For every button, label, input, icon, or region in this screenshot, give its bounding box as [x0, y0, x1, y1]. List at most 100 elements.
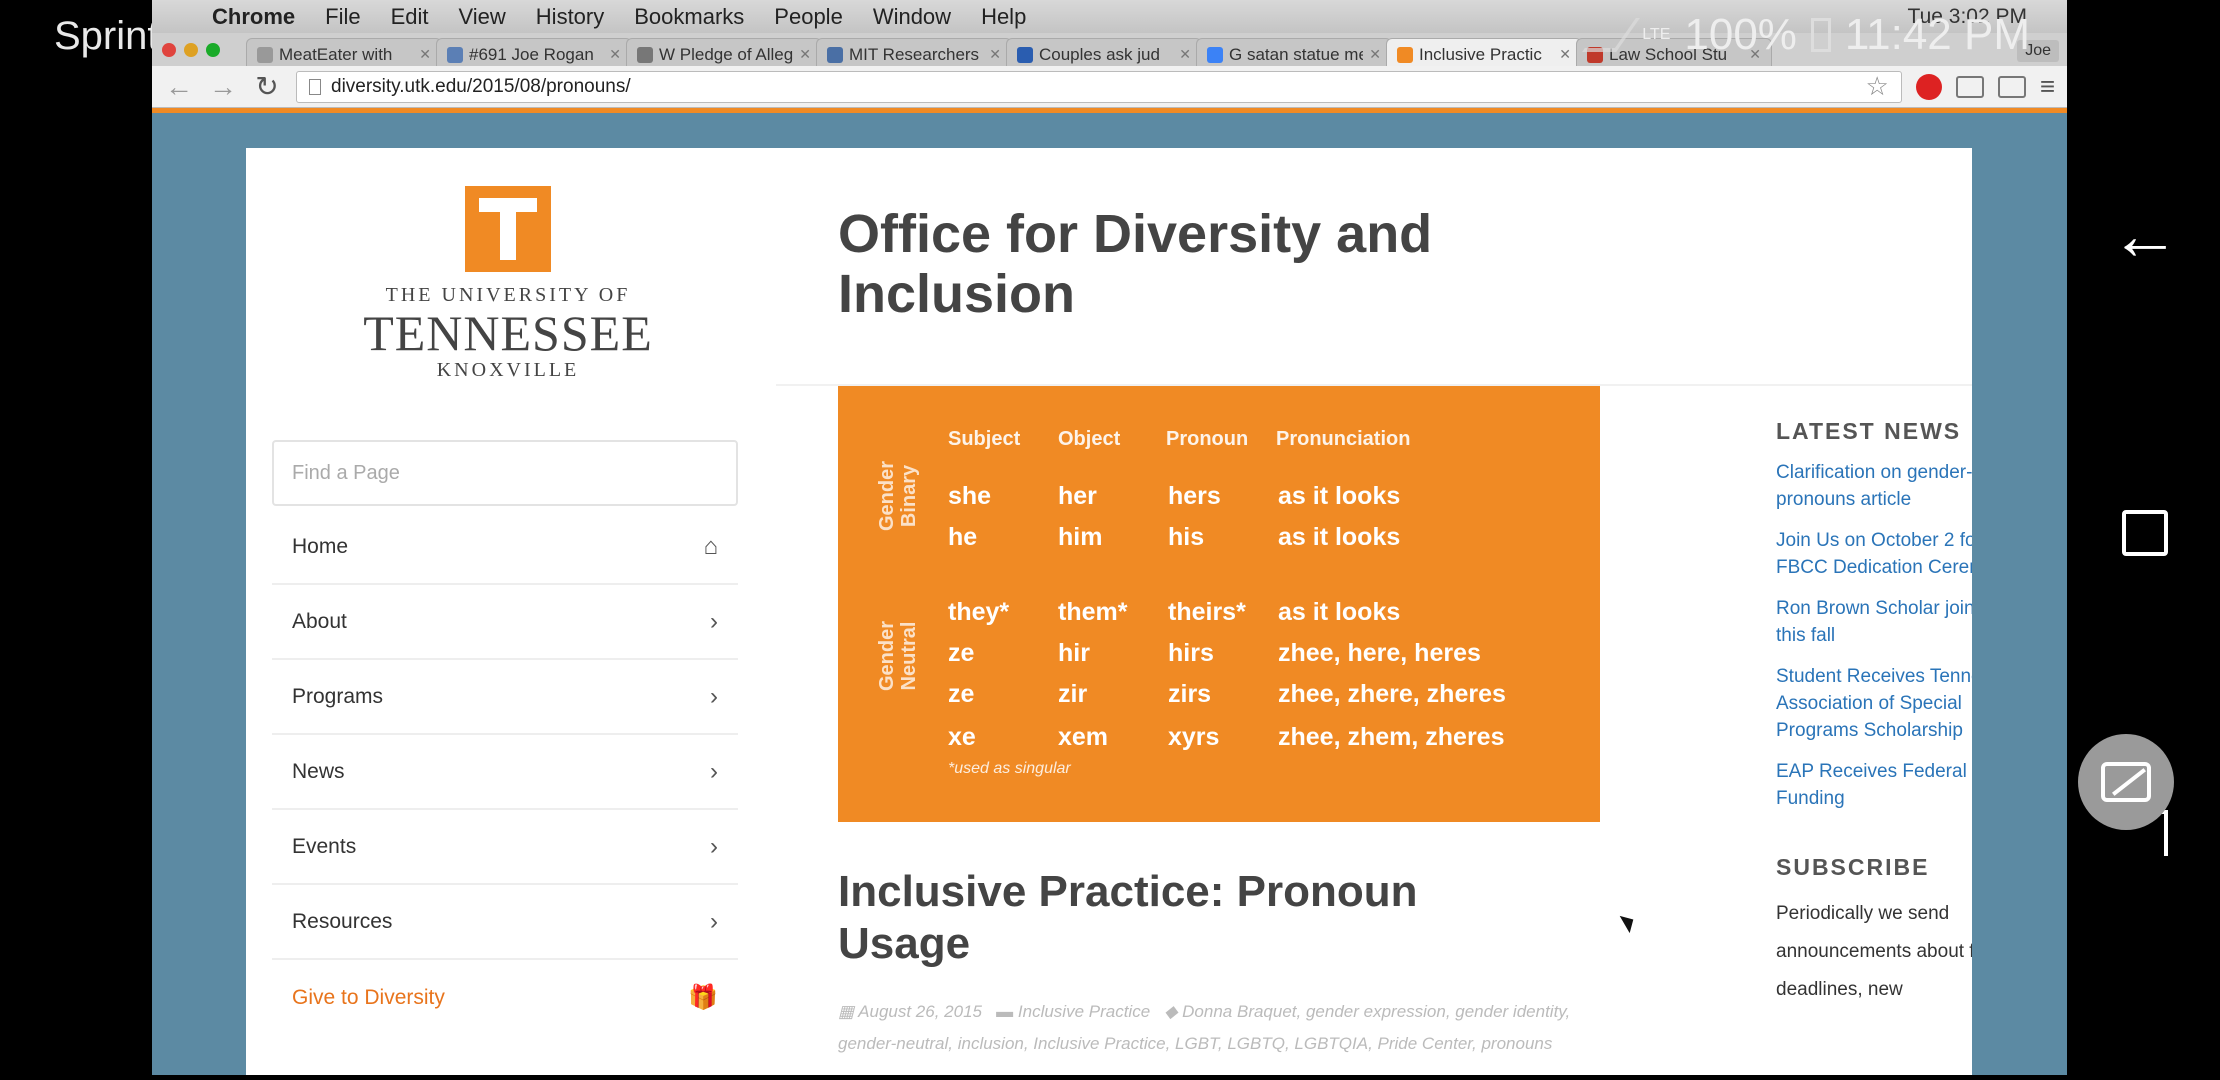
- sidebar-item-resources[interactable]: Resources ›: [272, 885, 738, 960]
- minimize-window-button[interactable]: [184, 42, 198, 57]
- close-tab-icon[interactable]: ✕: [989, 46, 1001, 63]
- sidebar-item-label: Programs: [292, 684, 384, 708]
- menubar-item-edit[interactable]: Edit: [391, 4, 429, 30]
- browser-tab-active[interactable]: Inclusive Practic ✕: [1386, 38, 1582, 66]
- news-link[interactable]: Clarification on gender-neutral pronouns…: [1776, 459, 1972, 513]
- group-label-binary: Gender Binary: [876, 460, 920, 532]
- find-page-input[interactable]: Find a Page: [272, 440, 738, 506]
- pronoun-cell: her: [1058, 482, 1097, 510]
- menubar-app-name[interactable]: Chrome: [212, 4, 295, 30]
- browser-tab[interactable]: Couples ask jud ✕: [1006, 38, 1202, 66]
- sidebar-item-home[interactable]: Home ⌂: [272, 510, 738, 585]
- tab-favicon: [827, 46, 843, 63]
- tab-favicon: [1397, 46, 1413, 63]
- close-tab-icon[interactable]: ✕: [1559, 46, 1571, 63]
- pronoun-cell: as it looks: [1278, 598, 1401, 626]
- menubar-item-history[interactable]: History: [536, 4, 604, 30]
- address-bar[interactable]: diversity.utk.edu/2015/08/pronouns/ ☆: [296, 70, 1902, 103]
- close-tab-icon[interactable]: ✕: [1179, 46, 1191, 63]
- browser-tab[interactable]: MeatEater with ✕: [246, 38, 442, 66]
- tab-title: Inclusive Practic: [1419, 44, 1542, 64]
- menubar-item-people[interactable]: People: [774, 4, 843, 30]
- tag-icon: ◆: [1164, 1002, 1178, 1021]
- bookmark-star-icon[interactable]: ☆: [1866, 71, 1889, 102]
- main-content: Office for Diversity and Inclusion Subje…: [776, 148, 1972, 1075]
- close-tab-icon[interactable]: ✕: [1369, 46, 1381, 63]
- news-link[interactable]: Ron Brown Scholar joins UT this fall: [1776, 595, 1972, 649]
- logo-line-3: KNOXVILLE: [436, 359, 580, 381]
- sidebar-item-about[interactable]: About ›: [272, 585, 738, 660]
- pronoun-cell: theirs*: [1168, 598, 1246, 626]
- browser-tab[interactable]: #691 Joe Rogan ✕: [436, 38, 632, 66]
- recent-apps-icon[interactable]: [2122, 510, 2168, 556]
- menubar-item-help[interactable]: Help: [981, 4, 1026, 30]
- close-tab-icon[interactable]: ✕: [419, 46, 431, 63]
- cast-icon[interactable]: [1997, 75, 2026, 98]
- url-text: diversity.utk.edu/2015/08/pronouns/: [331, 75, 631, 97]
- tab-title: MeatEater with: [279, 44, 393, 64]
- browser-tab[interactable]: G satan statue me ✕: [1196, 38, 1392, 66]
- site-top-rule: [152, 108, 2067, 113]
- pronoun-cell: hir: [1058, 639, 1090, 667]
- chevron-right-icon: ›: [710, 832, 718, 860]
- tab-favicon: [637, 46, 653, 63]
- chevron-right-icon: ›: [710, 757, 718, 785]
- article-title[interactable]: Inclusive Practice: Pronoun Usage: [838, 866, 1538, 970]
- menu-icon[interactable]: ≡: [2040, 71, 2055, 102]
- sidebar-item-programs[interactable]: Programs ›: [272, 660, 738, 735]
- sidebar-item-give[interactable]: Give to Diversity 🎁: [272, 960, 738, 1035]
- close-tab-icon[interactable]: ✕: [799, 46, 811, 63]
- back-arrow-icon[interactable]: ←: [2110, 200, 2180, 270]
- opera-extension-icon[interactable]: [1915, 73, 1942, 100]
- pronoun-cell: zhee, zhem, zheres: [1278, 723, 1505, 751]
- page-header: Office for Diversity and Inclusion: [776, 148, 1972, 386]
- calendar-icon: ▦: [838, 1002, 855, 1021]
- column-header-object: Object: [1058, 428, 1121, 450]
- network-type: LTE: [1642, 26, 1671, 43]
- menubar-item-file[interactable]: File: [325, 4, 360, 30]
- pronoun-cell: xem: [1058, 723, 1109, 751]
- forward-icon[interactable]: →: [208, 71, 238, 103]
- android-nav-bar: ←: [2070, 0, 2220, 1080]
- pronoun-cell: he: [948, 523, 978, 551]
- extension-icon[interactable]: [1955, 75, 1984, 98]
- news-link[interactable]: Join Us on October 2 for the FBCC Dedica…: [1776, 527, 1972, 581]
- page-title: Office for Diversity and Inclusion: [838, 204, 1433, 324]
- tab-favicon: [447, 46, 463, 63]
- menubar-item-view[interactable]: View: [459, 4, 506, 30]
- browser-tab[interactable]: W Pledge of Allegi ✕: [626, 38, 822, 66]
- subscribe-heading: SUBSCRIBE: [1776, 854, 1930, 880]
- resize-floating-button[interactable]: [2078, 734, 2174, 830]
- pronoun-cell: hirs: [1168, 639, 1214, 667]
- browser-tab[interactable]: MIT Researchers ✕: [816, 38, 1012, 66]
- expand-icon: [2101, 762, 2151, 802]
- reload-icon[interactable]: ↻: [252, 70, 282, 103]
- zoom-window-button[interactable]: [206, 42, 220, 57]
- article-date[interactable]: August 26, 2015: [858, 1002, 982, 1021]
- sidebar-item-label: About: [292, 609, 347, 633]
- menubar-item-window[interactable]: Window: [873, 4, 951, 30]
- web-page: THE UNIVERSITY OF TENNESSEE KNOXVILLE Fi…: [246, 148, 1972, 1075]
- close-window-button[interactable]: [162, 42, 176, 57]
- column-header-pronoun: Pronoun: [1166, 428, 1249, 450]
- sidebar-item-events[interactable]: Events ›: [272, 810, 738, 885]
- article-meta: ▦ August 26, 2015 ▬ Inclusive Practice ◆…: [838, 996, 1608, 1060]
- news-link[interactable]: Student Receives Tennessee Association o…: [1776, 663, 1972, 744]
- article-category[interactable]: Inclusive Practice: [1018, 1002, 1150, 1021]
- sidebar-menu: Home ⌂ About › Programs › News › Events › Res…: [272, 510, 738, 1035]
- tab-favicon: [1017, 46, 1033, 63]
- browser-toolbar: ← → ↻ diversity.utk.edu/2015/08/pronouns…: [152, 66, 2067, 108]
- sidebar-item-news[interactable]: News ›: [272, 735, 738, 810]
- back-icon[interactable]: ←: [164, 71, 194, 103]
- tab-title: #691 Joe Rogan: [469, 44, 594, 64]
- gift-icon: 🎁: [688, 984, 718, 1011]
- news-link[interactable]: EAP Receives Federal TRIO Funding: [1776, 758, 1972, 812]
- menubar-item-bookmarks[interactable]: Bookmarks: [634, 4, 744, 30]
- phone-screen: Sprint Chrome File Edit View History Boo…: [0, 0, 2220, 1080]
- university-logo[interactable]: THE UNIVERSITY OF TENNESSEE KNOXVILLE: [358, 186, 658, 382]
- close-tab-icon[interactable]: ✕: [609, 46, 621, 63]
- logo-line-1: THE UNIVERSITY OF: [385, 284, 631, 306]
- tab-title: Couples ask jud: [1039, 44, 1160, 64]
- sidebar-item-label: News: [292, 759, 345, 783]
- tab-title: G satan statue me: [1229, 44, 1364, 64]
